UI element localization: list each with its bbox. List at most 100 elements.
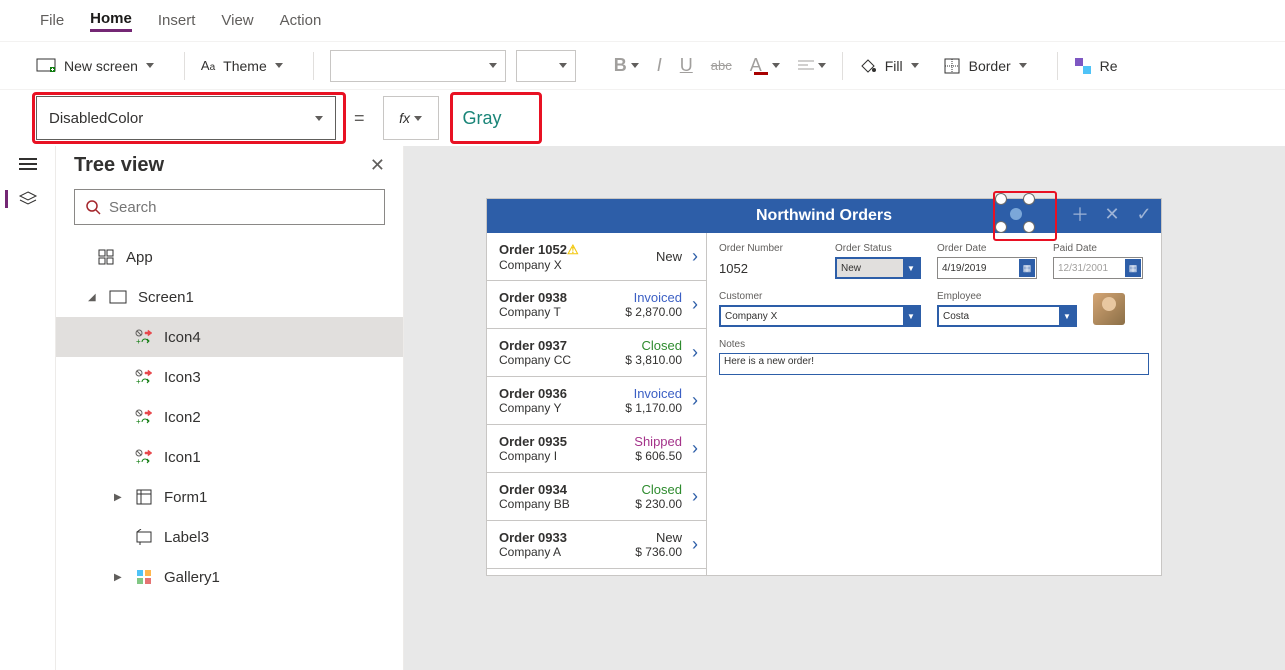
order-number-label: Order Number: [719, 243, 819, 254]
app-header: Northwind Orders ＋ ✕ ✓: [487, 199, 1161, 233]
formula-input[interactable]: Gray: [449, 108, 502, 129]
tree-view-panel: Tree view ✕ App ◢ Screen1 + Icon4 + Icon3 +I…: [56, 146, 404, 670]
order-date-label: Order Date: [937, 243, 1037, 254]
order-row[interactable]: Order 0933Company A New$ 736.00 ›: [487, 521, 706, 569]
menu-action[interactable]: Action: [280, 12, 322, 29]
font-size-dropdown[interactable]: [516, 50, 576, 82]
tree-item-label: Icon3: [164, 369, 201, 386]
calendar-icon: ▦: [1125, 259, 1141, 277]
reorder-icon: [1074, 57, 1092, 75]
underline-button[interactable]: U: [680, 55, 693, 76]
order-gallery[interactable]: Order 1052⚠Company X New › Order 0938Com…: [487, 233, 707, 575]
chevron-down-icon: [414, 116, 422, 121]
menu-home[interactable]: Home: [90, 10, 132, 32]
notes-label: Notes: [719, 339, 1149, 350]
order-row[interactable]: Order 0937Company CC Closed$ 3,810.00 ›: [487, 329, 706, 377]
menu-view[interactable]: View: [221, 12, 253, 29]
border-button[interactable]: Border: [943, 57, 1041, 75]
tree-item-icon4[interactable]: + Icon4: [56, 317, 403, 357]
tree-item-icon1[interactable]: +Icon1: [56, 437, 403, 477]
toolbar: New screen Aa Theme B I U abc A Fill Bor…: [0, 42, 1285, 90]
chevron-down-icon: [275, 63, 283, 68]
control-icon: +: [134, 407, 154, 427]
strike-button[interactable]: abc: [711, 58, 732, 73]
order-row[interactable]: Order 0935Company I Shipped$ 606.50 ›: [487, 425, 706, 473]
italic-button[interactable]: I: [657, 55, 662, 76]
order-amount: $ 736.00: [620, 545, 682, 559]
screen-icon: [36, 58, 56, 74]
font-style-group: B I U abc A: [614, 55, 826, 76]
control-icon: [134, 567, 154, 587]
canvas[interactable]: Northwind Orders ＋ ✕ ✓ Order 1052⚠Compan…: [404, 146, 1285, 670]
order-status: New: [620, 249, 682, 264]
order-status-label: Order Status: [835, 243, 921, 254]
property-dropdown[interactable]: DisabledColor: [36, 96, 336, 140]
search-input[interactable]: [74, 189, 385, 225]
tree-item-icon3[interactable]: + Icon3: [56, 357, 403, 397]
tree-item-label3[interactable]: Label3: [56, 517, 403, 557]
hamburger-icon[interactable]: [19, 158, 37, 170]
order-company: Company Y: [499, 401, 616, 415]
chevron-right-icon: ›: [686, 246, 698, 267]
fx-button[interactable]: fx: [383, 96, 439, 140]
control-icon: [134, 527, 154, 547]
cancel-icon[interactable]: ✕: [1101, 203, 1123, 225]
svg-text:+: +: [136, 377, 141, 385]
tree-item-label: Icon4: [164, 329, 201, 346]
property-value: DisabledColor: [49, 110, 143, 127]
new-screen-button[interactable]: New screen: [36, 58, 168, 74]
tree-app[interactable]: App: [56, 237, 403, 277]
svg-text:+: +: [136, 337, 141, 345]
theme-label: Theme: [223, 58, 267, 74]
paid-date-input[interactable]: 12/31/2001▦: [1053, 257, 1143, 279]
menu-insert[interactable]: Insert: [158, 12, 196, 29]
order-status: Closed: [620, 482, 682, 497]
layers-icon[interactable]: [5, 190, 38, 208]
employee-label: Employee: [937, 291, 1077, 302]
order-amount: $ 3,810.00: [620, 353, 682, 367]
order-date-input[interactable]: 4/19/2019▦: [937, 257, 1037, 279]
control-icon: +: [134, 327, 154, 347]
svg-text:+: +: [136, 457, 141, 465]
reorder-button[interactable]: Re: [1074, 57, 1132, 75]
tree-title: Tree view: [74, 154, 164, 177]
edit-icon[interactable]: [1023, 203, 1059, 225]
theme-button[interactable]: Aa Theme: [201, 58, 297, 74]
tree-screen1[interactable]: ◢ Screen1: [56, 277, 403, 317]
chevron-right-icon: ›: [686, 534, 698, 555]
chevron-down-icon: [146, 63, 154, 68]
menu-file[interactable]: File: [40, 12, 64, 29]
tree-item-label: Form1: [164, 489, 207, 506]
order-status: Shipped: [620, 434, 682, 449]
chevron-right-icon: ›: [686, 486, 698, 507]
border-icon: [943, 57, 961, 75]
bold-button[interactable]: B: [614, 55, 639, 76]
close-icon[interactable]: ✕: [370, 155, 385, 176]
order-row[interactable]: Order 1052⚠Company X New ›: [487, 233, 706, 281]
font-color-button[interactable]: A: [750, 55, 780, 76]
order-title: Order 0933: [499, 530, 616, 545]
order-row[interactable]: Order 0936Company Y Invoiced$ 1,170.00 ›: [487, 377, 706, 425]
menu-bar: File Home Insert View Action: [0, 0, 1285, 42]
fill-button[interactable]: Fill: [859, 57, 933, 75]
formula-bar: DisabledColor = fx Gray: [0, 90, 1285, 146]
notes-input[interactable]: Here is a new order!: [719, 353, 1149, 375]
check-icon[interactable]: ✓: [1133, 203, 1155, 225]
add-icon[interactable]: ＋: [1069, 203, 1091, 225]
chevron-down-icon: [559, 63, 567, 68]
order-row[interactable]: Order 0938Company T Invoiced$ 2,870.00 ›: [487, 281, 706, 329]
order-status: Invoiced: [620, 290, 682, 305]
customer-label: Customer: [719, 291, 921, 302]
customer-select[interactable]: Company X▼: [719, 305, 921, 327]
order-status-select[interactable]: New▼: [835, 257, 921, 279]
order-row[interactable]: Order 0934Company BB Closed$ 230.00 ›: [487, 473, 706, 521]
left-rail: [0, 146, 56, 670]
tree-screen1-label: Screen1: [138, 289, 194, 306]
order-status: Closed: [620, 338, 682, 353]
tree-item-form1[interactable]: ▶Form1: [56, 477, 403, 517]
tree-item-gallery1[interactable]: ▶Gallery1: [56, 557, 403, 597]
align-button[interactable]: [798, 59, 826, 73]
font-family-dropdown[interactable]: [330, 50, 506, 82]
employee-select[interactable]: Costa▼: [937, 305, 1077, 327]
tree-item-icon2[interactable]: +Icon2: [56, 397, 403, 437]
